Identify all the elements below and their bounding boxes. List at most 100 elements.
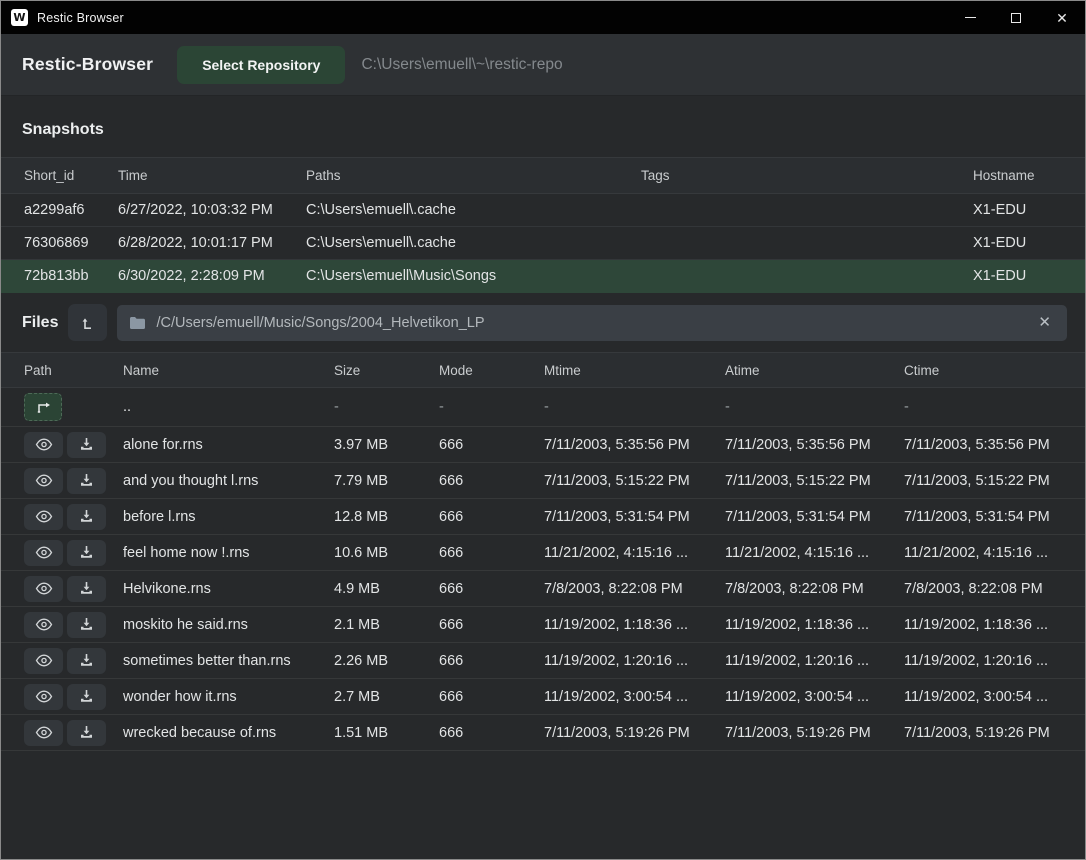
maximize-icon: [1011, 13, 1021, 23]
snapshot-short-id: 76306869: [24, 235, 118, 251]
file-row[interactable]: Helvikone.rns 4.9 MB 666 7/8/2003, 8:22:…: [1, 571, 1085, 607]
eye-icon: [35, 690, 53, 703]
download-icon: [79, 545, 94, 560]
file-row[interactable]: before l.rns 12.8 MB 666 7/11/2003, 5:31…: [1, 499, 1085, 535]
preview-file-button[interactable]: [24, 648, 63, 674]
download-file-button[interactable]: [67, 720, 106, 746]
file-name: moskito he said.rns: [123, 617, 334, 633]
download-file-button[interactable]: [67, 576, 106, 602]
download-file-button[interactable]: [67, 504, 106, 530]
select-repository-button[interactable]: Select Repository: [177, 46, 345, 84]
file-mtime: 11/19/2002, 1:20:16 ...: [544, 653, 725, 669]
file-name: feel home now !.rns: [123, 545, 334, 561]
file-mode: 666: [439, 473, 544, 489]
close-icon: ✕: [1056, 11, 1068, 25]
eye-icon: [35, 438, 53, 451]
preview-file-button[interactable]: [24, 684, 63, 710]
download-icon: [79, 617, 94, 632]
snapshot-time: 6/28/2022, 10:01:17 PM: [118, 235, 306, 251]
parent-directory-row[interactable]: .. - - - - -: [1, 388, 1085, 427]
file-name: Helvikone.rns: [123, 581, 334, 597]
minimize-button[interactable]: [947, 1, 993, 34]
preview-file-button[interactable]: [24, 504, 63, 530]
file-ctime: 11/19/2002, 1:20:16 ...: [904, 653, 1062, 669]
preview-file-button[interactable]: [24, 576, 63, 602]
col-time: Time: [118, 168, 306, 183]
file-atime: 7/11/2003, 5:19:26 PM: [725, 725, 904, 741]
snapshot-paths: C:\Users\emuell\.cache: [306, 235, 641, 251]
file-atime: 7/11/2003, 5:35:56 PM: [725, 437, 904, 453]
preview-file-button[interactable]: [24, 720, 63, 746]
preview-file-button[interactable]: [24, 540, 63, 566]
file-atime: 7/11/2003, 5:15:22 PM: [725, 473, 904, 489]
file-atime: -: [725, 399, 904, 415]
maximize-button[interactable]: [993, 1, 1039, 34]
clear-icon: ✕: [1038, 314, 1051, 331]
col-mtime: Mtime: [544, 363, 725, 378]
eye-icon: [35, 546, 53, 559]
eye-icon: [35, 618, 53, 631]
preview-file-button[interactable]: [24, 468, 63, 494]
parent-dir-icon: [35, 401, 52, 414]
snapshot-paths: C:\Users\emuell\Music\Songs: [306, 268, 641, 284]
download-file-button[interactable]: [67, 684, 106, 710]
preview-file-button[interactable]: [24, 432, 63, 458]
file-row[interactable]: sometimes better than.rns 2.26 MB 666 11…: [1, 643, 1085, 679]
snapshots-heading: Snapshots: [1, 96, 1085, 157]
file-size: 7.79 MB: [334, 473, 439, 489]
file-ctime: 7/11/2003, 5:35:56 PM: [904, 437, 1062, 453]
download-file-button[interactable]: [67, 612, 106, 638]
file-mode: 666: [439, 437, 544, 453]
file-ctime: 11/21/2002, 4:15:16 ...: [904, 545, 1062, 561]
download-file-button[interactable]: [67, 540, 106, 566]
snapshot-row[interactable]: a2299af6 6/27/2022, 10:03:32 PM C:\Users…: [1, 194, 1085, 227]
file-mtime: 7/11/2003, 5:31:54 PM: [544, 509, 725, 525]
file-row[interactable]: alone for.rns 3.97 MB 666 7/11/2003, 5:3…: [1, 427, 1085, 463]
file-mtime: 7/11/2003, 5:19:26 PM: [544, 725, 725, 741]
file-name: wonder how it.rns: [123, 689, 334, 705]
file-name: before l.rns: [123, 509, 334, 525]
download-icon: [79, 581, 94, 596]
snapshot-row-selected[interactable]: 72b813bb 6/30/2022, 2:28:09 PM C:\Users\…: [1, 260, 1085, 293]
file-mtime: 7/11/2003, 5:15:22 PM: [544, 473, 725, 489]
file-mode: 666: [439, 581, 544, 597]
file-mode: 666: [439, 545, 544, 561]
snapshot-time: 6/30/2022, 2:28:09 PM: [118, 268, 306, 284]
file-mtime: 11/21/2002, 4:15:16 ...: [544, 545, 725, 561]
col-atime: Atime: [725, 363, 904, 378]
file-atime: 11/19/2002, 1:18:36 ...: [725, 617, 904, 633]
dump-snapshot-button[interactable]: [68, 304, 107, 341]
current-path-value: /C/Users/emuell/Music/Songs/2004_Helveti…: [156, 315, 1024, 331]
col-ctime: Ctime: [904, 363, 1062, 378]
file-ctime: 7/11/2003, 5:19:26 PM: [904, 725, 1062, 741]
download-file-button[interactable]: [67, 468, 106, 494]
file-row[interactable]: and you thought l.rns 7.79 MB 666 7/11/2…: [1, 463, 1085, 499]
current-path-field[interactable]: /C/Users/emuell/Music/Songs/2004_Helveti…: [117, 305, 1067, 341]
file-row[interactable]: feel home now !.rns 10.6 MB 666 11/21/20…: [1, 535, 1085, 571]
file-ctime: 11/19/2002, 1:18:36 ...: [904, 617, 1062, 633]
file-size: -: [334, 399, 439, 415]
download-file-button[interactable]: [67, 432, 106, 458]
toolbar: Restic-Browser Select Repository C:\User…: [1, 34, 1085, 96]
snapshot-hostname: X1-EDU: [973, 202, 1062, 218]
close-button[interactable]: ✕: [1039, 1, 1085, 34]
folder-icon: [129, 316, 146, 330]
snapshot-row[interactable]: 76306869 6/28/2022, 10:01:17 PM C:\Users…: [1, 227, 1085, 260]
file-row[interactable]: wonder how it.rns 2.7 MB 666 11/19/2002,…: [1, 679, 1085, 715]
file-row[interactable]: wrecked because of.rns 1.51 MB 666 7/11/…: [1, 715, 1085, 751]
file-atime: 7/8/2003, 8:22:08 PM: [725, 581, 904, 597]
go-up-button[interactable]: [24, 393, 62, 421]
file-mtime: 11/19/2002, 1:18:36 ...: [544, 617, 725, 633]
file-atime: 11/21/2002, 4:15:16 ...: [725, 545, 904, 561]
file-ctime: 7/8/2003, 8:22:08 PM: [904, 581, 1062, 597]
preview-file-button[interactable]: [24, 612, 63, 638]
col-path: Path: [24, 363, 123, 378]
files-table-body: alone for.rns 3.97 MB 666 7/11/2003, 5:3…: [1, 427, 1085, 751]
file-size: 3.97 MB: [334, 437, 439, 453]
eye-icon: [35, 726, 53, 739]
file-row[interactable]: moskito he said.rns 2.1 MB 666 11/19/200…: [1, 607, 1085, 643]
eye-icon: [35, 510, 53, 523]
clear-path-button[interactable]: ✕: [1034, 313, 1055, 332]
col-paths: Paths: [306, 168, 641, 183]
download-file-button[interactable]: [67, 648, 106, 674]
